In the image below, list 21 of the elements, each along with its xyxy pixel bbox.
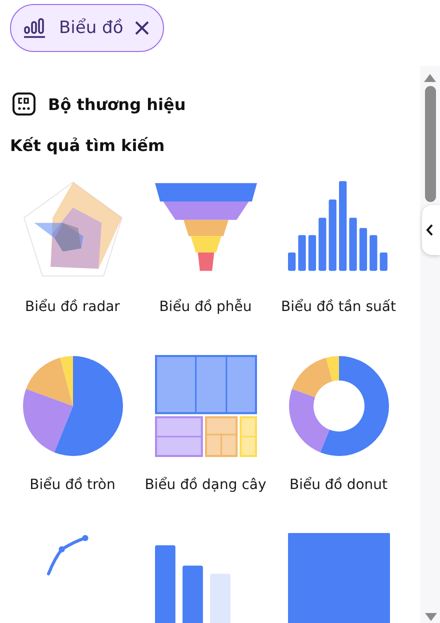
donut-chart-drawing[interactable] [288, 355, 390, 457]
collapse-handle[interactable] [422, 205, 440, 255]
scroll-down-arrow-icon[interactable] [425, 613, 437, 621]
close-icon[interactable] [135, 21, 150, 35]
chart-label: Biểu đồ donut [289, 477, 388, 493]
chart-label: Biểu đồ dạng cây [144, 477, 266, 493]
filter-chip[interactable]: Biểu đồ [10, 4, 164, 52]
scroll-up-arrow-icon[interactable] [424, 74, 436, 82]
chevron-left-icon [426, 224, 434, 236]
chart-label: Biểu đồ tần suất [281, 299, 396, 315]
brand-kit-icon[interactable] [12, 92, 36, 116]
treemap-drawing[interactable] [154, 355, 256, 457]
results-heading: Kết quả tìm kiếm [9, 135, 166, 155]
scrollbar-thumb[interactable] [424, 86, 436, 202]
chart-label: Biểu đồ phễu [159, 299, 252, 315]
brand-kit-label[interactable]: Bộ thương hiệu [48, 94, 186, 114]
bar-chart-icon [23, 17, 47, 39]
chart-label: Biểu đồ radar [25, 299, 120, 315]
chip-label: Biểu đồ [59, 18, 124, 38]
pie-chart-drawing[interactable] [22, 355, 124, 457]
chart-label: Biểu đồ tròn [30, 477, 116, 493]
